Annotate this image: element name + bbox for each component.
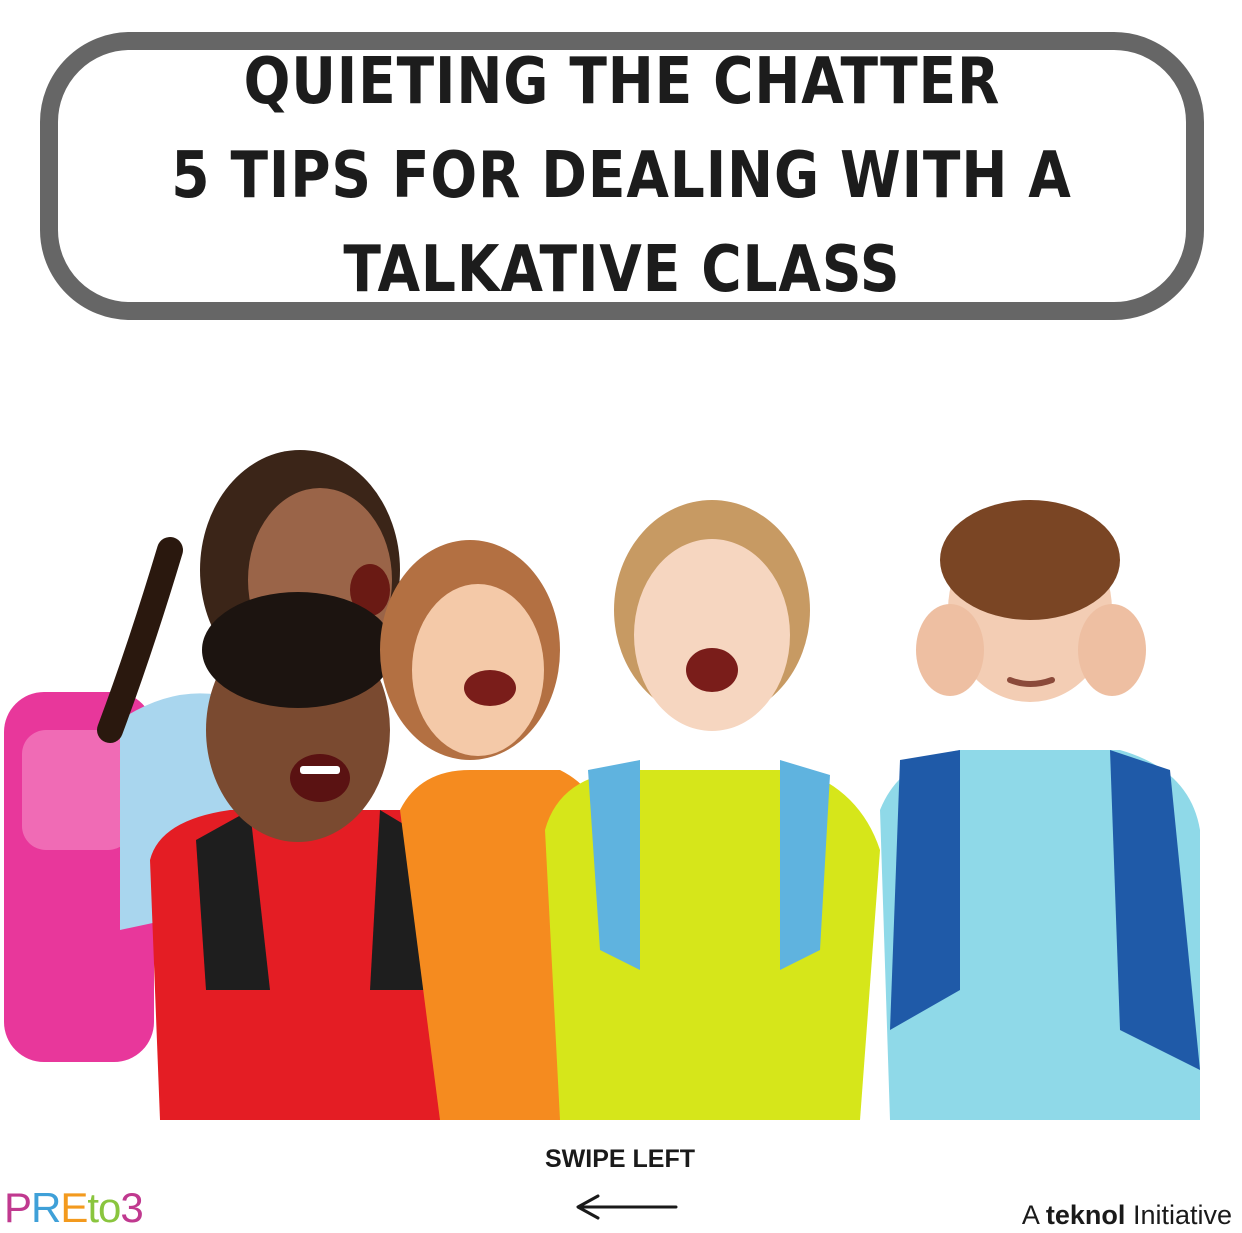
title-banner: QUIETING THE CHATTER 5 TIPS FOR DEALING …: [40, 32, 1204, 320]
title-line-3: TALKATIVE CLASS: [343, 233, 901, 307]
logo-letter: o: [98, 1184, 121, 1231]
swipe-left-label: SWIPE LEFT: [545, 1145, 695, 1173]
credit-brand-name: teknol: [1045, 1200, 1126, 1230]
logo-letter: 3: [120, 1184, 143, 1231]
arrow-left-icon: [576, 1194, 678, 1220]
title-line-1: QUIETING THE CHATTER: [243, 45, 1001, 119]
credit-suffix: Initiative: [1132, 1200, 1232, 1230]
logo-letter: E: [60, 1184, 88, 1231]
title-line-2: 5 TIPS FOR DEALING WITH A: [171, 139, 1073, 213]
child-blue-shirt: [880, 500, 1200, 1120]
children-photo: [4, 450, 1200, 1120]
page: QUIETING THE CHATTER 5 TIPS FOR DEALING …: [0, 0, 1242, 1233]
logo-letter: t: [87, 1184, 99, 1231]
logo-letter: P: [4, 1184, 32, 1231]
preto3-logo: PREto3: [4, 1184, 144, 1232]
child-yellow-shirt: [545, 500, 880, 1120]
teknol-initiative-credit: A teknol Initiative: [1022, 1200, 1232, 1231]
credit-prefix: A: [1021, 1200, 1039, 1230]
logo-letter: R: [31, 1184, 61, 1231]
